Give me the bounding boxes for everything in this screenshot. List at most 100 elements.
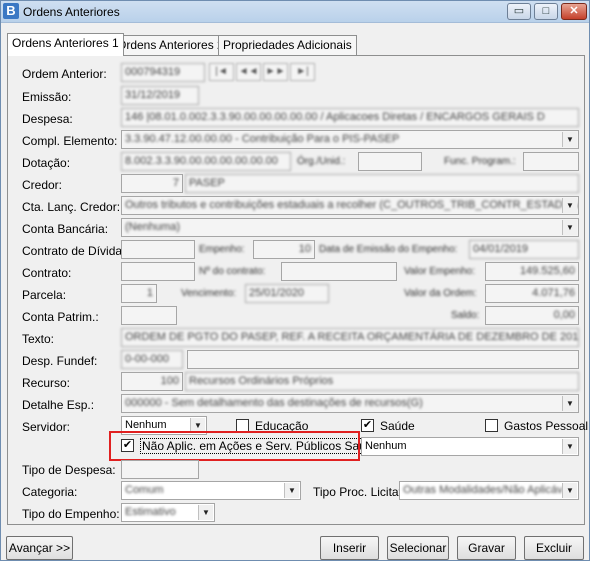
chevron-down-icon[interactable]: ▼: [562, 198, 577, 213]
vencimento-field[interactable]: 25/01/2020: [245, 284, 329, 303]
title-bar: B Ordens Anteriores ▭ □ ✕: [1, 1, 589, 23]
recurso-desc-field[interactable]: Recursos Ordinários Próprios: [185, 372, 579, 391]
categoria-label: Categoria:: [22, 485, 78, 499]
chevron-down-icon[interactable]: ▼: [562, 220, 577, 235]
servidor-label: Servidor:: [22, 420, 71, 434]
emissao-label: Emissão:: [22, 90, 72, 104]
tipo-despesa-field[interactable]: [121, 460, 199, 479]
categoria-value: Comum: [125, 484, 164, 496]
org-unid-field[interactable]: [358, 152, 422, 171]
saude-subtype-select[interactable]: Nenhum ▼: [361, 437, 579, 456]
tipo-empenho-select[interactable]: Estimativo ▼: [121, 503, 215, 522]
valor-empenho-value: 149.525,60: [519, 265, 575, 277]
selecionar-button[interactable]: Selecionar: [387, 536, 449, 560]
cta-lanc-credor-label: Cta. Lanç. Credor:: [22, 200, 121, 214]
conta-bancaria-value: (Nenhuma): [125, 221, 181, 233]
valor-empenho-label: Valor Empenho:: [404, 266, 475, 277]
avancar-button[interactable]: Avançar >>: [6, 536, 73, 560]
ordens-anteriores-window: B Ordens Anteriores ▭ □ ✕ Ordens Anterio…: [0, 0, 590, 561]
cta-lanc-credor-select[interactable]: Outros tributos e contribuições estaduai…: [121, 196, 579, 215]
compl-elemento-select[interactable]: 3.3.90.47.12.00.00.00 - Contribuição Par…: [121, 130, 579, 149]
tipo-proc-licitat-select[interactable]: Outras Modalidades/Não Aplicáv ▼: [399, 481, 579, 500]
org-unid-label: Órg./Unid.:: [297, 156, 346, 167]
credor-code: 7: [172, 177, 179, 189]
nav-prev-button[interactable]: ◄◄: [236, 63, 261, 81]
saude-label: Saúde: [380, 419, 415, 433]
maximize-icon[interactable]: □: [534, 3, 558, 20]
dotacao-label: Dotação:: [22, 156, 71, 170]
ordem-anterior-field[interactable]: 000794319: [121, 63, 205, 82]
data-emissao-empenho-label: Data de Emissão do Empenho:: [319, 244, 458, 255]
numero-contrato-field[interactable]: [281, 262, 397, 281]
conta-patrim-label: Conta Patrim.:: [22, 310, 99, 324]
credor-code-field[interactable]: 7: [121, 174, 183, 193]
ordem-anterior-label: Ordem Anterior:: [22, 67, 107, 81]
tipo-proc-licitat-value: Outras Modalidades/Não Aplicáv: [403, 484, 563, 496]
desp-fundef-label: Desp. Fundef:: [22, 354, 98, 368]
valor-ordem-field[interactable]: 4.071,76: [485, 284, 579, 303]
chevron-down-icon[interactable]: ▼: [198, 505, 213, 520]
desp-fundef-desc-field[interactable]: [187, 350, 579, 369]
func-program-field[interactable]: [523, 152, 579, 171]
highlight-box: [109, 431, 360, 461]
credor-name-field[interactable]: PASEP: [185, 174, 579, 193]
chevron-down-icon[interactable]: ▼: [562, 132, 577, 147]
cta-lanc-credor-value: Outros tributos e contribuições estaduai…: [125, 199, 578, 211]
recurso-code-field[interactable]: 100: [121, 372, 183, 391]
conta-bancaria-select[interactable]: (Nenhuma) ▼: [121, 218, 579, 237]
close-icon[interactable]: ✕: [561, 3, 587, 20]
detalhe-esp-select[interactable]: 000000 - Sem detalhamento das destinaçõe…: [121, 394, 579, 413]
valor-empenho-field[interactable]: 149.525,60: [485, 262, 579, 281]
despesa-label: Despesa:: [22, 112, 73, 126]
tipo-despesa-label: Tipo de Despesa:: [22, 463, 116, 477]
texto-field[interactable]: ORDEM DE PGTO DO PASEP, REF. A RECEITA O…: [121, 328, 579, 347]
saldo-field[interactable]: 0,00: [485, 306, 579, 325]
nav-last-button[interactable]: ►|: [290, 63, 315, 81]
contrato-divida-field[interactable]: [121, 240, 195, 259]
tab-ordens-anteriores-1[interactable]: Ordens Anteriores 1: [7, 33, 124, 56]
empenho-field[interactable]: 10: [253, 240, 315, 259]
detalhe-esp-value: 000000 - Sem detalhamento das destinaçõe…: [125, 397, 423, 409]
inserir-button[interactable]: Inserir: [320, 536, 379, 560]
conta-bancaria-label: Conta Bancária:: [22, 222, 109, 236]
valor-ordem-label: Valor da Ordem:: [404, 288, 477, 299]
nav-first-button[interactable]: |◄: [209, 63, 234, 81]
gravar-button[interactable]: Gravar: [457, 536, 516, 560]
emissao-field[interactable]: 31/12/2019: [121, 86, 199, 105]
tab-ordens-anteriores-2[interactable]: Ordens Anteriores 2: [112, 35, 229, 55]
numero-contrato-label: Nº do contrato:: [199, 266, 266, 277]
chevron-down-icon[interactable]: ▼: [284, 483, 299, 498]
parcela-field[interactable]: 1: [121, 284, 157, 303]
func-program-label: Func. Program.:: [444, 156, 516, 167]
window-title: Ordens Anteriores: [23, 5, 120, 19]
nav-next-button[interactable]: ►►: [263, 63, 288, 81]
tab-propriedades-adicionais[interactable]: Propriedades Adicionais: [218, 35, 357, 55]
chevron-down-icon[interactable]: ▼: [562, 439, 577, 454]
chevron-down-icon[interactable]: ▼: [562, 396, 577, 411]
categoria-select[interactable]: Comum ▼: [121, 481, 301, 500]
minimize-icon[interactable]: ▭: [507, 3, 531, 20]
saldo-label: Saldo:: [451, 310, 480, 321]
gastos-pessoal-checkbox[interactable]: [485, 419, 498, 432]
compl-elemento-value: 3.3.90.47.12.00.00.00 - Contribuição Par…: [125, 133, 400, 145]
detalhe-esp-label: Detalhe Esp.:: [22, 398, 95, 412]
saude-checkbox[interactable]: ✔: [361, 419, 374, 432]
data-emissao-empenho-field[interactable]: 04/01/2019: [469, 240, 579, 259]
saude-subtype-value: Nenhum: [365, 440, 407, 452]
chevron-down-icon[interactable]: ▼: [562, 483, 577, 498]
excluir-button[interactable]: Excluir: [524, 536, 584, 560]
desp-fundef-code-field[interactable]: 0-00-000: [121, 350, 183, 369]
despesa-field[interactable]: 146 |08.01.0.002.3.3.90.00.00.00.00.00 /…: [121, 108, 579, 127]
contrato-label: Contrato:: [22, 266, 72, 280]
app-icon: B: [3, 3, 19, 19]
tipo-proc-licitat-label: Tipo Proc. Licitat.:: [313, 485, 409, 499]
conta-patrim-field[interactable]: [121, 306, 177, 325]
dotacao-field[interactable]: 8.002.3.3.90.00.00.00.00.00.00: [121, 152, 291, 171]
vencimento-label: Vencimento:: [181, 288, 237, 299]
contrato-field[interactable]: [121, 262, 195, 281]
parcela-value: 1: [146, 287, 153, 299]
recurso-code: 100: [160, 375, 179, 387]
compl-elemento-label: Compl. Elemento:: [22, 134, 118, 148]
empenho-value: 10: [298, 243, 311, 255]
contrato-divida-label: Contrato de Dívida:: [22, 244, 126, 258]
